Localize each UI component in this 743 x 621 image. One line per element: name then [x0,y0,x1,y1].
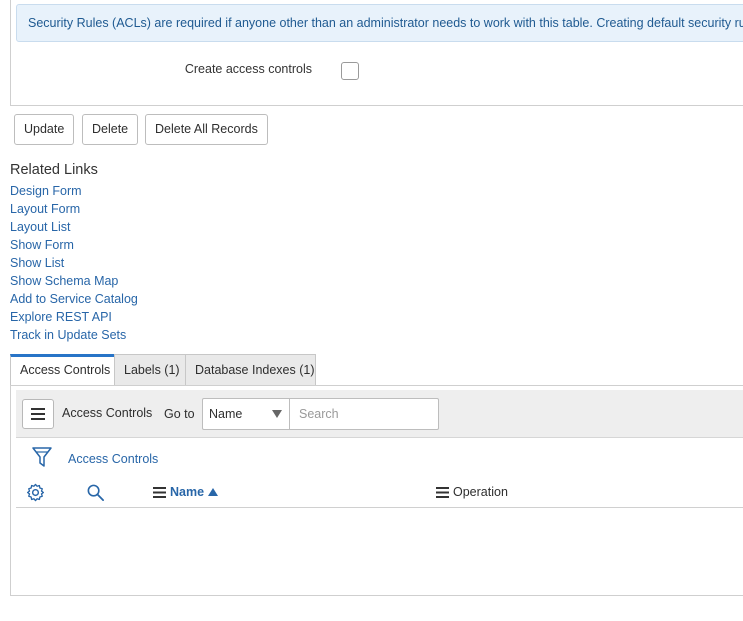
update-button[interactable]: Update [14,114,75,145]
breadcrumb[interactable]: Access Controls [68,452,158,466]
link-show-form[interactable]: Show Form [10,238,74,252]
acl-info-banner: Security Rules (ACLs) are required if an… [16,4,743,42]
column-name-label: Name [170,485,205,499]
link-show-list[interactable]: Show List [10,256,64,270]
tab-access-controls[interactable]: Access Controls [10,354,115,386]
search-input[interactable] [289,398,439,430]
link-layout-list[interactable]: Layout List [10,220,70,234]
create-access-controls-label: Create access controls [184,62,312,76]
filter-funnel-icon[interactable] [32,446,52,468]
column-header-operation[interactable]: Operation [436,477,508,507]
tab-labels[interactable]: Labels (1) [114,354,186,385]
link-explore-rest-api[interactable]: Explore REST API [10,310,112,324]
related-links-list: Design Form Layout Form Layout List Show… [10,182,138,344]
related-links-title: Related Links [10,162,98,178]
tab-database-indexes[interactable]: Database Indexes (1) [185,354,316,385]
dropdown-caret-icon [272,410,282,418]
link-layout-form[interactable]: Layout Form [10,202,80,216]
link-show-schema-map[interactable]: Show Schema Map [10,274,118,288]
magnifier-icon[interactable] [86,483,105,502]
page: Security Rules (ACLs) are required if an… [0,0,743,621]
delete-button[interactable]: Delete [82,114,139,145]
list-header-row: Name Operation [16,477,743,508]
link-track-in-update-sets[interactable]: Track in Update Sets [10,328,126,342]
delete-all-records-button[interactable]: Delete All Records [145,114,268,145]
goto-label: Go to [164,407,195,421]
column-operation-label: Operation [453,485,508,499]
link-design-form[interactable]: Design Form [10,184,82,198]
list-title: Access Controls [62,406,153,420]
column-menu-icon[interactable] [153,487,166,499]
goto-selected-value: Name [209,407,243,421]
create-access-controls-checkbox[interactable] [341,62,359,80]
column-menu-icon[interactable] [436,487,449,499]
column-header-name[interactable]: Name [153,477,219,507]
sort-ascending-icon [208,488,219,496]
goto-field-select[interactable]: Name [202,398,290,430]
list-toolbar: Access Controls Go to Name [16,390,743,438]
link-add-to-service-catalog[interactable]: Add to Service Catalog [10,292,138,306]
hamburger-menu-icon [31,408,45,420]
list-menu-button[interactable] [22,399,54,429]
gear-icon[interactable] [26,483,45,502]
